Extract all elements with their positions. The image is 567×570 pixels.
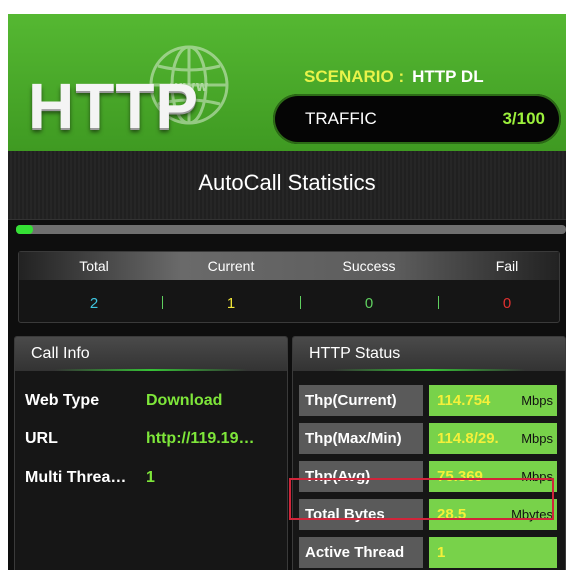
status-value-box: 1	[429, 537, 557, 568]
status-label: Thp(Max/Min)	[299, 423, 423, 454]
stats-table: Total Current Success Fail 2 1 0 0	[18, 251, 560, 323]
status-value-box: 114.754 Mbps	[429, 385, 557, 416]
scenario-label: SCENARIO : HTTP DL	[304, 67, 484, 87]
stat-header-current: Current	[207, 258, 255, 274]
info-value: 1	[146, 469, 155, 486]
call-progress-fill	[16, 225, 33, 234]
stat-header-success: Success	[342, 258, 396, 274]
traffic-pill: TRAFFIC 3/100	[273, 94, 561, 144]
stat-separator	[162, 296, 163, 309]
status-value: 114.8/29.	[437, 430, 499, 447]
status-unit: Mbps	[521, 393, 553, 408]
stat-separator	[438, 296, 439, 309]
stat-value-fail: 0	[502, 295, 512, 312]
stats-header: Total Current Success Fail	[19, 252, 559, 280]
status-value: 114.754	[437, 392, 491, 409]
scenario-value: HTTP DL	[412, 67, 484, 86]
http-status-title: HTTP Status	[309, 345, 401, 362]
info-value: Download	[146, 392, 223, 409]
stat-header-total: Total	[79, 258, 109, 274]
traffic-value: 3/100	[502, 109, 545, 128]
status-value: 1	[437, 544, 446, 561]
info-key: URL	[25, 430, 58, 447]
call-info-panel: Call Info Web Type Download URL http://1…	[14, 336, 288, 570]
status-label: Thp(Current)	[299, 385, 423, 416]
traffic-label: TRAFFIC	[305, 109, 377, 128]
page-title: AutoCall Statistics	[198, 170, 376, 195]
call-progress-bar	[16, 225, 566, 234]
status-row-active-thread: Active Thread 1	[299, 537, 557, 568]
http-status-title-bar: HTTP Status	[293, 337, 565, 371]
stat-value-current: 1	[226, 295, 236, 312]
info-key: Multi Threa…	[25, 469, 127, 486]
title-band: AutoCall Statistics	[8, 151, 566, 220]
http-status-panel: HTTP Status Thp(Current) 114.754 Mbps Th…	[292, 336, 566, 570]
stat-header-fail: Fail	[495, 258, 519, 274]
total-bytes-highlight-box	[289, 478, 554, 520]
call-info-title: Call Info	[31, 345, 90, 362]
status-row-thp-max-min: Thp(Max/Min) 114.8/29. Mbps	[299, 423, 557, 454]
call-info-title-bar: Call Info	[15, 337, 287, 371]
info-key: Web Type	[25, 392, 100, 409]
http-logo: HTTP	[28, 70, 200, 142]
title-underline	[333, 369, 525, 371]
scenario-key: SCENARIO :	[304, 67, 405, 86]
header: www HTTP SCENARIO : HTTP DL TRAFFIC 3/100	[8, 14, 566, 151]
status-unit: Mbps	[521, 431, 553, 446]
status-row-thp-current: Thp(Current) 114.754 Mbps	[299, 385, 557, 416]
stat-value-total: 2	[89, 295, 99, 312]
title-underline	[55, 369, 247, 371]
status-value-box: 114.8/29. Mbps	[429, 423, 557, 454]
info-value: http://119.19…	[146, 430, 255, 447]
stat-separator	[300, 296, 301, 309]
status-label: Active Thread	[299, 537, 423, 568]
stat-value-success: 0	[364, 295, 374, 312]
